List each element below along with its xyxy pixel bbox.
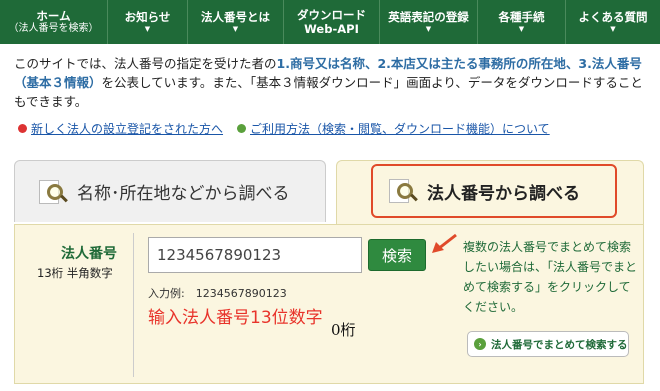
info-links: 新しく法人の設立登記をされた方へ ご利用方法（検索・閲覧、ダウンロード機能）につ… [18,120,550,137]
nav-about-label: 法人番号とは [201,9,270,24]
highlight-box: 法人番号から調べる [371,164,617,218]
tab-search-by-number[interactable]: 法人番号から調べる [336,160,644,224]
field-hint: 13桁 半角数字 [37,266,113,280]
chevron-down-icon: ▼ [610,25,616,34]
magnifier-document-icon [37,177,68,207]
chevron-down-icon: ▼ [232,25,239,34]
nav-download-sub: Web-API [304,22,359,36]
bulk-search-button[interactable]: › 法人番号でまとめて検索する [467,331,629,357]
top-navigation: ホーム （法人番号を検索） お知らせ ▼ 法人番号とは ▼ ダウンロード Web… [0,0,660,44]
bulk-search-button-label: 法人番号でまとめて検索する [491,338,628,351]
tab-search-by-name[interactable]: 名称･所在地などから調べる [14,160,326,222]
search-button[interactable]: 検索 [368,239,426,271]
annotation-black-text: 0桁 [331,321,356,339]
nav-home-label: ホーム [36,8,71,23]
nav-english[interactable]: 英語表記の登録 ▼ [380,0,478,44]
bullet-icon [18,124,27,133]
search-panel: 法人番号 13桁 半角数字 1234567890123 検索 入力例: 1234… [14,224,644,384]
nav-faq[interactable]: よくある質問 ▼ [566,0,660,44]
bullet-icon [237,124,247,133]
divider [133,233,134,377]
corporate-number-input[interactable]: 1234567890123 [148,237,362,273]
nav-procedures-label: 各種手続 [498,9,545,24]
nav-download[interactable]: ダウンロード Web-API [284,0,380,44]
tab-search-by-number-label: 法人番号から調べる [427,183,580,204]
annotation-red-text: 输入法人番号13位数字 [148,308,323,328]
bulk-search-description: 複数の法人番号でまとめて検索したい場合は、「法人番号でまとめて検索する」をクリッ… [463,240,638,314]
intro-text-2: を公表しています。また、「基本３情報ダウンロード」画面より、データをダウンロード… [14,75,643,109]
input-example: 入力例: 1234567890123 [148,287,287,300]
link-usage[interactable]: ご利用方法（検索・閲覧、ダウンロード機能）について [237,120,550,137]
intro-text-1: このサイトでは、法人番号の指定を受けた者の [14,56,277,71]
chevron-right-icon: › [474,338,486,350]
nav-news[interactable]: お知らせ ▼ [108,0,188,44]
chevron-down-icon: ▼ [518,25,525,34]
link-new-registration-label: 新しく法人の設立登記をされた方へ [31,122,224,136]
chevron-down-icon: ▼ [144,25,151,34]
nav-news-label: お知らせ [124,9,171,24]
tab-search-by-name-label: 名称･所在地などから調べる [77,184,290,204]
magnifier-number-icon [387,176,418,206]
nav-about[interactable]: 法人番号とは ▼ [188,0,284,44]
nav-home[interactable]: ホーム （法人番号を検索） [0,0,108,44]
intro-paragraph: このサイトでは、法人番号の指定を受けた者の1.商号又は名称、2.本店又は主たる事… [14,54,650,111]
nav-english-label: 英語表記の登録 [388,9,469,24]
nav-download-label: ダウンロード [297,7,366,22]
nav-procedures[interactable]: 各種手続 ▼ [478,0,566,44]
nav-home-sub: （法人番号を検索） [8,22,99,34]
chevron-down-icon: ▼ [425,25,432,34]
link-usage-label: ご利用方法（検索・閲覧、ダウンロード機能）について [250,122,550,136]
search-tabs: 名称･所在地などから調べる 法人番号から調べる [14,160,644,224]
link-new-registration[interactable]: 新しく法人の設立登記をされた方へ [18,120,223,137]
annotation-arrow-icon [432,233,457,253]
field-label: 法人番号 [61,246,117,262]
nav-faq-label: よくある質問 [578,9,648,24]
